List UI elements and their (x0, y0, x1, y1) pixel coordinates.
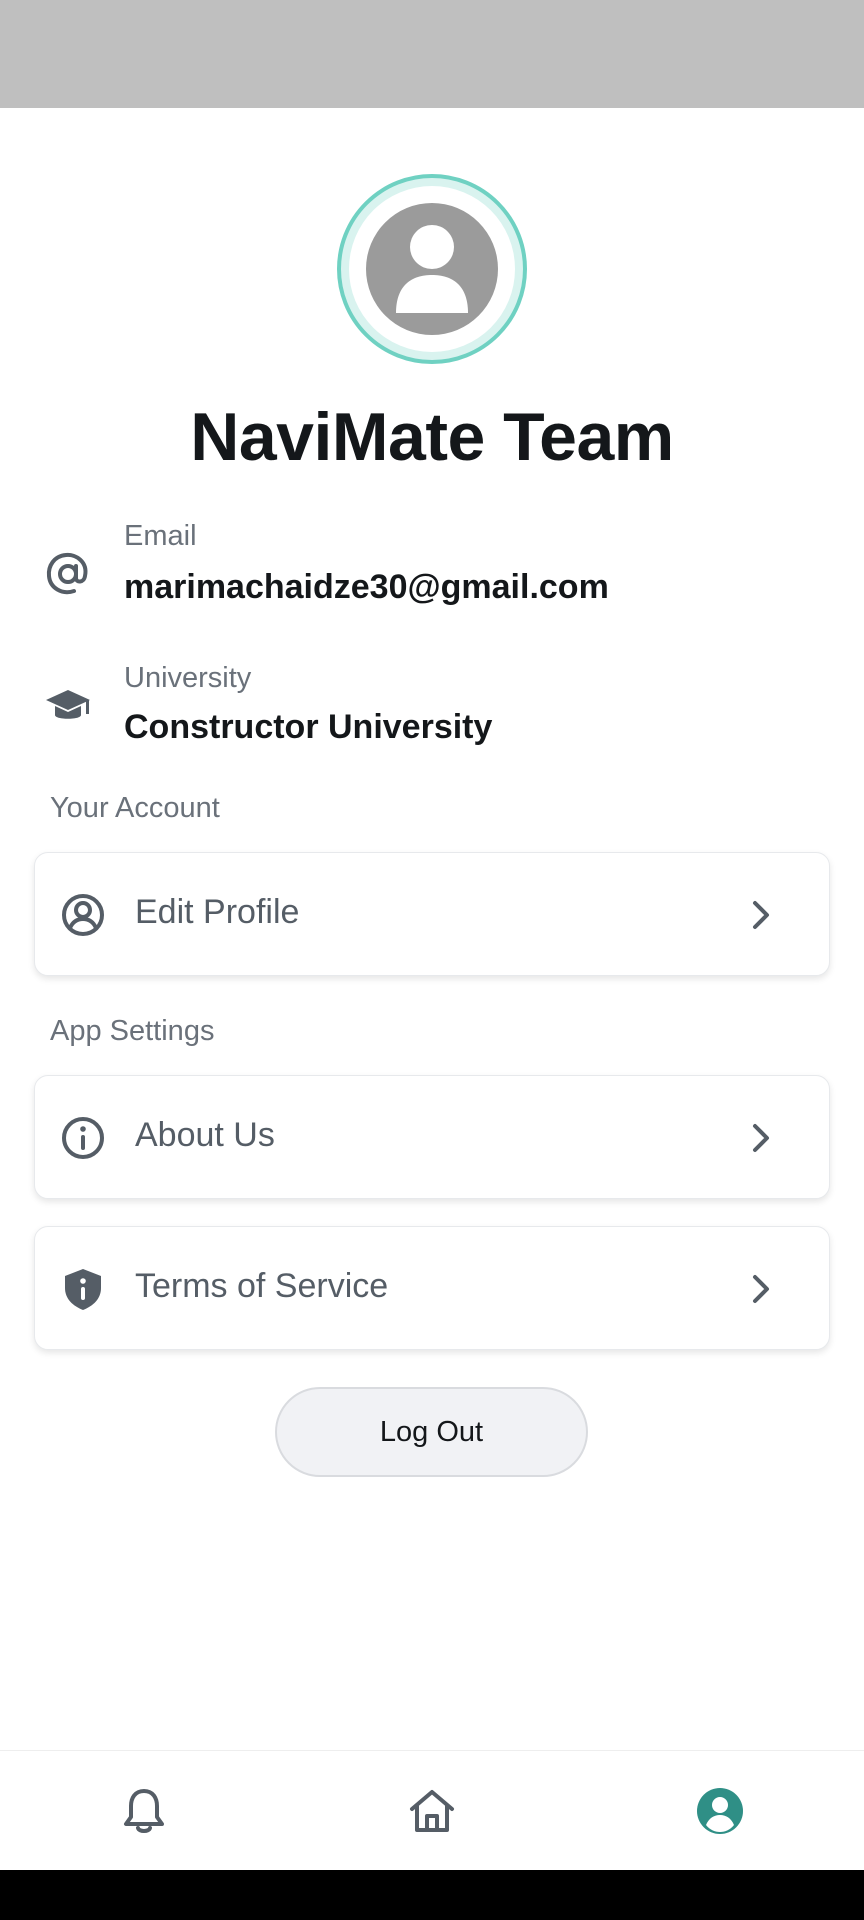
shield-icon (65, 1269, 101, 1310)
about-us-label: About Us (135, 1116, 275, 1154)
email-value: marimachaidze30@gmail.com (124, 568, 609, 606)
status-bar (0, 0, 864, 108)
terms-of-service-button[interactable]: Terms of Service (34, 1226, 830, 1350)
bottom-navigation (0, 1750, 864, 1870)
edit-profile-button[interactable]: Edit Profile (34, 852, 830, 976)
chevron-right-icon (753, 901, 769, 929)
at-icon (46, 552, 88, 595)
section-title-settings: App Settings (50, 1015, 215, 1047)
system-navigation-bar (0, 1870, 864, 1920)
terms-of-service-label: Terms of Service (135, 1267, 389, 1305)
avatar-ring (349, 186, 515, 352)
university-label: University (124, 662, 252, 694)
about-us-button[interactable]: About Us (34, 1075, 830, 1199)
email-info-row: Email marimachaidze30@gmail.com (0, 520, 864, 630)
bell-icon[interactable] (118, 1785, 170, 1837)
logout-button[interactable]: Log Out (275, 1387, 588, 1477)
email-label: Email (124, 520, 197, 552)
user-circle-icon (62, 894, 104, 936)
university-info-row: University Constructor University (0, 660, 864, 770)
avatar[interactable] (337, 174, 527, 364)
info-icon (62, 1117, 104, 1159)
university-value: Constructor University (124, 708, 493, 746)
section-title-account: Your Account (50, 792, 220, 824)
chevron-right-icon (753, 1124, 769, 1152)
edit-profile-label: Edit Profile (135, 893, 300, 931)
home-icon[interactable] (406, 1785, 458, 1837)
avatar-placeholder (366, 203, 498, 335)
profile-name: NaviMate Team (190, 399, 674, 475)
chevron-right-icon (753, 1275, 769, 1303)
user-silhouette-icon (396, 225, 468, 313)
graduation-cap-icon (46, 690, 90, 719)
profile-icon[interactable] (694, 1785, 746, 1837)
